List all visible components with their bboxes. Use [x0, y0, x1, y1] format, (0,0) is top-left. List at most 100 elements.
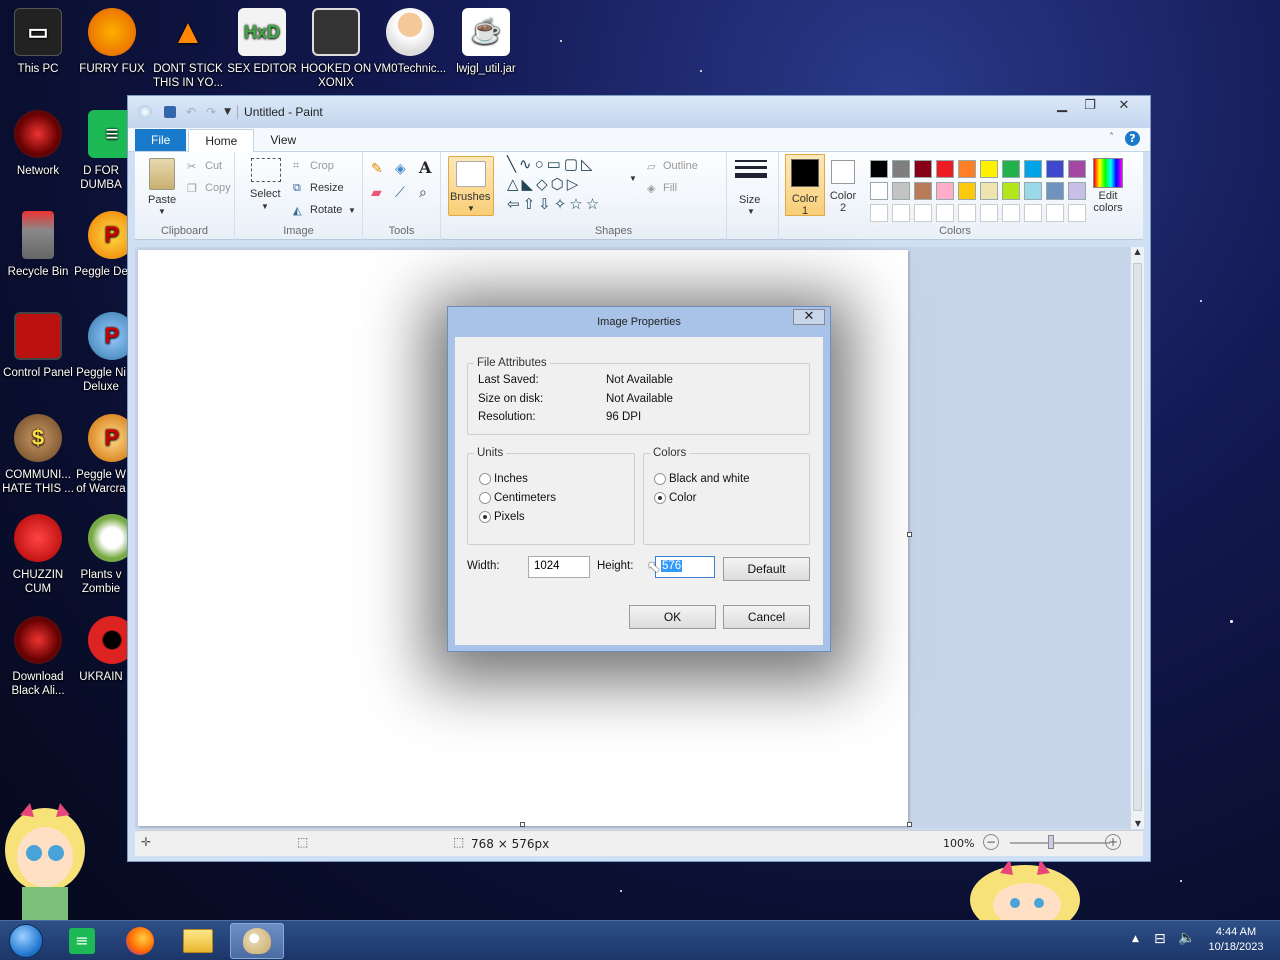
- palette-swatch[interactable]: [980, 204, 998, 222]
- undo-icon[interactable]: ↶: [186, 105, 196, 119]
- color-radio[interactable]: [654, 492, 666, 504]
- palette-swatch[interactable]: [980, 182, 998, 200]
- palette-swatch[interactable]: [1068, 160, 1086, 178]
- palette-swatch[interactable]: [1046, 204, 1064, 222]
- show-hidden-icons-icon[interactable]: ▲: [1132, 934, 1139, 944]
- palette-swatch[interactable]: [958, 204, 976, 222]
- width-input[interactable]: 1024: [528, 556, 590, 578]
- desktop-icon-plants-zombies[interactable]: Plants v Zombie: [74, 510, 128, 596]
- taskbar-firefox[interactable]: [114, 923, 166, 959]
- palette-swatch[interactable]: [1024, 182, 1042, 200]
- zoom-slider-thumb[interactable]: [1048, 835, 1054, 849]
- desktop-icon-dont-stick[interactable]: ▲ DONT STICK THIS IN YO...: [150, 4, 226, 90]
- palette-swatch[interactable]: [958, 160, 976, 178]
- palette-swatch[interactable]: [870, 182, 888, 200]
- palette-swatch[interactable]: [980, 160, 998, 178]
- palette-swatch[interactable]: [870, 204, 888, 222]
- canvas-resize-handle-bottom[interactable]: [520, 822, 525, 827]
- palette-swatch[interactable]: [1068, 204, 1086, 222]
- desktop-icon-ukrain[interactable]: UKRAIN: [74, 612, 128, 684]
- shapes-gallery-row3[interactable]: ⇦⇧⇩✧☆☆: [507, 195, 602, 213]
- palette-swatch[interactable]: [1002, 160, 1020, 178]
- vertical-scrollbar[interactable]: ▲ ▼: [1130, 247, 1144, 829]
- desktop-icon-download-black[interactable]: Download Black Ali...: [0, 612, 76, 698]
- scroll-up-icon[interactable]: ▲: [1131, 247, 1144, 256]
- resize-button[interactable]: Resize: [310, 182, 344, 194]
- taskbar-paint[interactable]: [230, 923, 284, 959]
- rotate-dropdown-icon[interactable]: ▼: [348, 206, 356, 215]
- desktop-icon-peggle-warcraft[interactable]: P Peggle W of Warcra: [74, 410, 128, 496]
- palette-swatch[interactable]: [914, 182, 932, 200]
- minimize-button[interactable]: ▁: [1048, 98, 1076, 116]
- network-tray-icon[interactable]: ⊟: [1154, 931, 1166, 947]
- color-picker-icon[interactable]: ⟋: [395, 184, 405, 201]
- palette-swatch[interactable]: [1002, 204, 1020, 222]
- desktop-icon-hooked-on-xonix[interactable]: HOOKED ON XONIX: [298, 4, 374, 90]
- title-bar[interactable]: ↶ ↷ ▼ Untitled - Paint ▁ ❐ ✕: [128, 96, 1150, 128]
- help-icon[interactable]: ?: [1125, 131, 1140, 146]
- palette-swatch[interactable]: [870, 160, 888, 178]
- clock[interactable]: 4:44 AM 10/18/2023: [1200, 925, 1272, 955]
- zoom-out-icon[interactable]: −: [983, 834, 999, 850]
- desktop-icon-communi[interactable]: $ COMMUNI... HATE THIS ...: [0, 410, 76, 496]
- palette-swatch[interactable]: [1024, 204, 1042, 222]
- outline-button[interactable]: Outline: [663, 160, 698, 172]
- pixels-radio[interactable]: [479, 511, 491, 523]
- height-input[interactable]: 576: [655, 556, 715, 578]
- text-tool-icon[interactable]: A: [419, 158, 431, 177]
- palette-swatch[interactable]: [892, 182, 910, 200]
- tab-view[interactable]: View: [254, 129, 312, 151]
- size-dropdown-icon[interactable]: ▼: [747, 207, 755, 216]
- palette-swatch[interactable]: [892, 160, 910, 178]
- size-button[interactable]: Size: [739, 194, 760, 206]
- color2-swatch[interactable]: [831, 160, 855, 184]
- select-dropdown-icon[interactable]: ▼: [261, 202, 269, 211]
- palette-swatch[interactable]: [958, 182, 976, 200]
- paste-dropdown-icon[interactable]: ▼: [158, 207, 166, 216]
- cancel-button[interactable]: Cancel: [723, 605, 810, 629]
- tab-home[interactable]: Home: [188, 129, 255, 152]
- volume-icon[interactable]: 🔈: [1178, 930, 1195, 946]
- taskbar-file-explorer[interactable]: [172, 923, 224, 959]
- taskbar-spotify[interactable]: ≡: [56, 923, 108, 959]
- centimeters-radio[interactable]: [479, 492, 491, 504]
- tab-file[interactable]: File: [135, 129, 187, 151]
- start-button[interactable]: [0, 923, 52, 959]
- select-button[interactable]: Select: [250, 188, 281, 200]
- desktop-icon-peggle-nights[interactable]: P Peggle Ni Deluxe: [74, 308, 128, 394]
- palette-swatch[interactable]: [914, 160, 932, 178]
- dialog-close-button[interactable]: ✕: [793, 309, 825, 325]
- quick-access-dropdown-icon[interactable]: ▼: [224, 107, 231, 117]
- desktop-icon-this-pc[interactable]: ▭ This PC: [0, 4, 76, 76]
- fill-button[interactable]: Fill: [663, 182, 677, 194]
- ok-button[interactable]: OK: [629, 605, 716, 629]
- shapes-gallery-row2[interactable]: △◣◇⬡▷: [507, 175, 581, 193]
- canvas-resize-handle-right[interactable]: [907, 532, 912, 537]
- image-properties-dialog[interactable]: Image Properties ✕ File Attributes Last …: [447, 306, 831, 652]
- shapes-more-icon[interactable]: ▼: [629, 174, 637, 183]
- default-button[interactable]: Default: [723, 557, 810, 581]
- rotate-button[interactable]: Rotate: [310, 204, 342, 216]
- save-icon[interactable]: [164, 106, 176, 118]
- palette-swatch[interactable]: [914, 204, 932, 222]
- fill-bucket-icon[interactable]: ◈: [395, 160, 406, 177]
- scroll-down-icon[interactable]: ▼: [1131, 819, 1145, 828]
- inches-radio[interactable]: [479, 473, 491, 485]
- desktop-icon-peggle-de[interactable]: P Peggle De: [74, 207, 128, 279]
- brushes-button[interactable]: Brushes ▼: [448, 156, 494, 216]
- desktop-icon-vm0technic[interactable]: VM0Technic...: [372, 4, 448, 76]
- pencil-icon[interactable]: ✎: [371, 160, 383, 177]
- palette-swatch[interactable]: [1046, 182, 1064, 200]
- color-label[interactable]: Color: [669, 492, 696, 504]
- color2-label[interactable]: Color 2: [827, 190, 859, 214]
- crop-button[interactable]: Crop: [310, 160, 334, 172]
- palette-swatch[interactable]: [1002, 182, 1020, 200]
- desktop-icon-control-panel[interactable]: Control Panel: [0, 308, 76, 380]
- palette-swatch[interactable]: [1046, 160, 1064, 178]
- black-and-white-radio[interactable]: [654, 473, 666, 485]
- palette-swatch[interactable]: [936, 182, 954, 200]
- centimeters-label[interactable]: Centimeters: [494, 492, 556, 504]
- desktop-icon-chuzzin[interactable]: CHUZZIN CUM: [0, 510, 76, 596]
- inches-label[interactable]: Inches: [494, 473, 528, 485]
- paste-button[interactable]: Paste: [148, 194, 176, 206]
